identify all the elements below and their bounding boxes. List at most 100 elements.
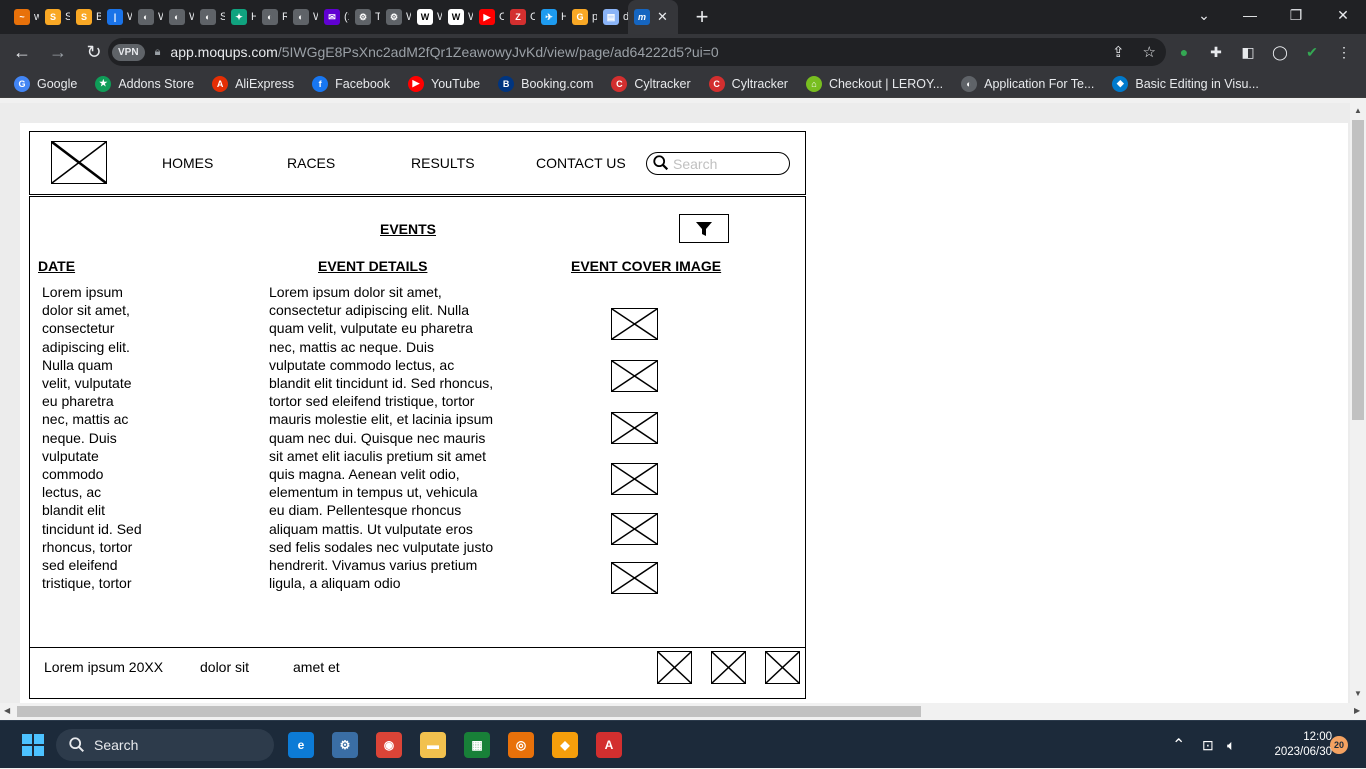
bookmark-item[interactable]: C Cyltracker [611,75,691,92]
browser-tab[interactable]: WW [442,4,473,30]
profile-icon[interactable]: ◯ [1270,42,1290,62]
bookmark-item[interactable]: f Facebook [312,75,391,92]
active-browser-tab[interactable]: m ✕ [628,0,678,34]
filter-button[interactable] [679,214,729,243]
bookmark-item[interactable]: ◆ Basic Editing in Visu... [1112,75,1259,92]
app-taskbar-icon[interactable]: ⚙ [332,732,358,758]
nav-results-link[interactable]: RESULTS [411,155,475,171]
horizontal-scrollbar[interactable]: ◀ ▶ [0,703,1366,720]
bookmark-item[interactable]: A AliExpress [212,75,295,92]
browser-tab[interactable]: ◐W [132,4,163,30]
menu-kebab-icon[interactable]: ⋮ [1334,42,1354,62]
bookmark-label: AliExpress [235,76,295,91]
browser-tab[interactable]: ✉(1 [318,4,349,30]
nav-contact-link[interactable]: CONTACT US [536,155,626,171]
taskbar-clock[interactable]: 12:00 2023/06/30 [1252,730,1332,760]
bookmark-favicon-icon: ★ [95,75,112,92]
acrobat-taskbar-icon[interactable]: A [596,732,622,758]
tab-favicon-icon: ✦ [231,9,247,25]
vpn-badge[interactable]: VPN [112,43,145,61]
footer-link-1[interactable]: dolor sit [200,659,249,675]
file-explorer-taskbar-icon[interactable]: ▬ [420,732,446,758]
restore-button[interactable]: ❐ [1273,0,1319,30]
bookmark-star-icon[interactable]: ☆ [1143,43,1156,61]
bookmark-item[interactable]: C Cyltracker [708,75,788,92]
side-panel-icon[interactable]: ◧ [1238,42,1258,62]
volume-icon[interactable]: 🔈︎ [1227,721,1235,769]
minimize-button[interactable]: — [1227,0,1273,30]
browser-tab[interactable]: ZCa [504,4,535,30]
extension-lock-icon[interactable]: ● [1174,42,1194,62]
taskbar-search[interactable]: Search [56,729,274,761]
browser-tab[interactable]: ~wi [8,4,39,30]
browser-tab[interactable]: Gpr [566,4,597,30]
bookmark-label: Cyltracker [731,76,788,91]
tab-favicon-icon: | [107,9,123,25]
close-window-button[interactable]: ✕ [1320,0,1366,30]
bookmark-item[interactable]: B Booking.com [498,75,593,92]
nav-homes-link[interactable]: HOMES [162,155,213,171]
bookmark-item[interactable]: ▶ YouTube [408,75,480,92]
tab-favicon-icon: G [572,9,588,25]
close-tab-icon[interactable]: ✕ [657,9,668,25]
search-box[interactable] [646,152,790,175]
app-taskbar-icon[interactable]: ◎ [508,732,534,758]
vertical-scrollbar[interactable]: ▲ ▼ [1350,103,1366,703]
browser-tab[interactable]: ✦ H [225,4,256,30]
update-shield-icon[interactable]: ✔ [1302,42,1322,62]
bookmark-favicon-icon: C [611,75,628,92]
browser-tab[interactable]: ◐W [287,4,318,30]
edge-taskbar-icon[interactable]: e [288,732,314,758]
brave-vpn-taskbar-icon[interactable]: ◆ [552,732,578,758]
network-icon[interactable]: ⊡ [1202,721,1214,769]
browser-tab[interactable]: ▤di [597,4,628,30]
sheets-taskbar-icon[interactable]: ▦ [464,732,490,758]
notification-badge[interactable]: 20 [1330,736,1348,754]
bookmark-label: Facebook [335,76,391,91]
scroll-up-icon[interactable]: ▲ [1354,106,1362,115]
new-tab-button[interactable]: + [690,4,714,30]
tab-favicon-icon: ◐ [293,9,309,25]
tray-chevron-icon[interactable]: ⌃ [1172,721,1185,769]
bookmark-item[interactable]: ⌂ Checkout | LEROY... [805,75,944,92]
nav-races-link[interactable]: RACES [287,155,335,171]
tab-favicon-icon: W [417,9,433,25]
scroll-right-icon[interactable]: ▶ [1354,706,1360,715]
browser-tab[interactable]: |W [101,4,132,30]
filter-icon [696,221,712,236]
event-cover-image-column-header: EVENT COVER IMAGE [571,258,722,274]
lock-icon[interactable]: 🔒︎ [155,46,161,59]
search-input[interactable] [673,155,783,172]
start-button[interactable] [20,732,46,758]
moqups-favicon-icon: m [634,9,650,25]
scroll-down-icon[interactable]: ▼ [1354,689,1362,698]
tab-search-button[interactable]: ⌄ [1181,0,1227,30]
browser-tab[interactable]: ⚙Tr [349,4,380,30]
reload-button[interactable]: ↻ [78,36,110,68]
address-bar[interactable]: VPN 🔒︎ app.moqups.com/5IWGgE8PsXnc2adM2f… [108,38,1166,66]
vertical-scroll-thumb[interactable] [1352,120,1364,420]
footer-link-2[interactable]: amet et [293,659,340,675]
url-host: app.moqups.com [170,44,278,60]
browser-tab[interactable]: ◐Ri [256,4,287,30]
bookmark-item[interactable]: ◐ Application For Te... [961,75,1094,92]
browser-tab[interactable]: ▶ O [473,4,504,30]
back-button[interactable]: ← [6,36,38,68]
browser-tab[interactable]: ✈ H [535,4,566,30]
extensions-puzzle-icon[interactable]: ✚ [1206,42,1226,62]
bookmark-item[interactable]: ★ Addons Store [95,75,194,92]
browser-tab[interactable]: ⚙W [380,4,411,30]
bookmark-item[interactable]: G Google [14,75,77,92]
browser-tab[interactable]: ◐W [163,4,194,30]
browser-tab[interactable]: SSi [39,4,70,30]
forward-button[interactable]: → [42,36,74,68]
share-icon[interactable]: ⇪ [1112,43,1125,61]
browser-tab[interactable]: ◐Su [194,4,225,30]
url-text[interactable]: app.moqups.com/5IWGgE8PsXnc2adM2fQr1Zeaw… [170,44,718,60]
chrome-taskbar-icon[interactable]: ◉ [376,732,402,758]
browser-tab[interactable]: SBY [70,4,101,30]
horizontal-scroll-thumb[interactable] [17,706,921,717]
bookmark-label: Checkout | LEROY... [828,76,944,91]
browser-tab[interactable]: WW [411,4,442,30]
scroll-left-icon[interactable]: ◀ [4,706,10,715]
